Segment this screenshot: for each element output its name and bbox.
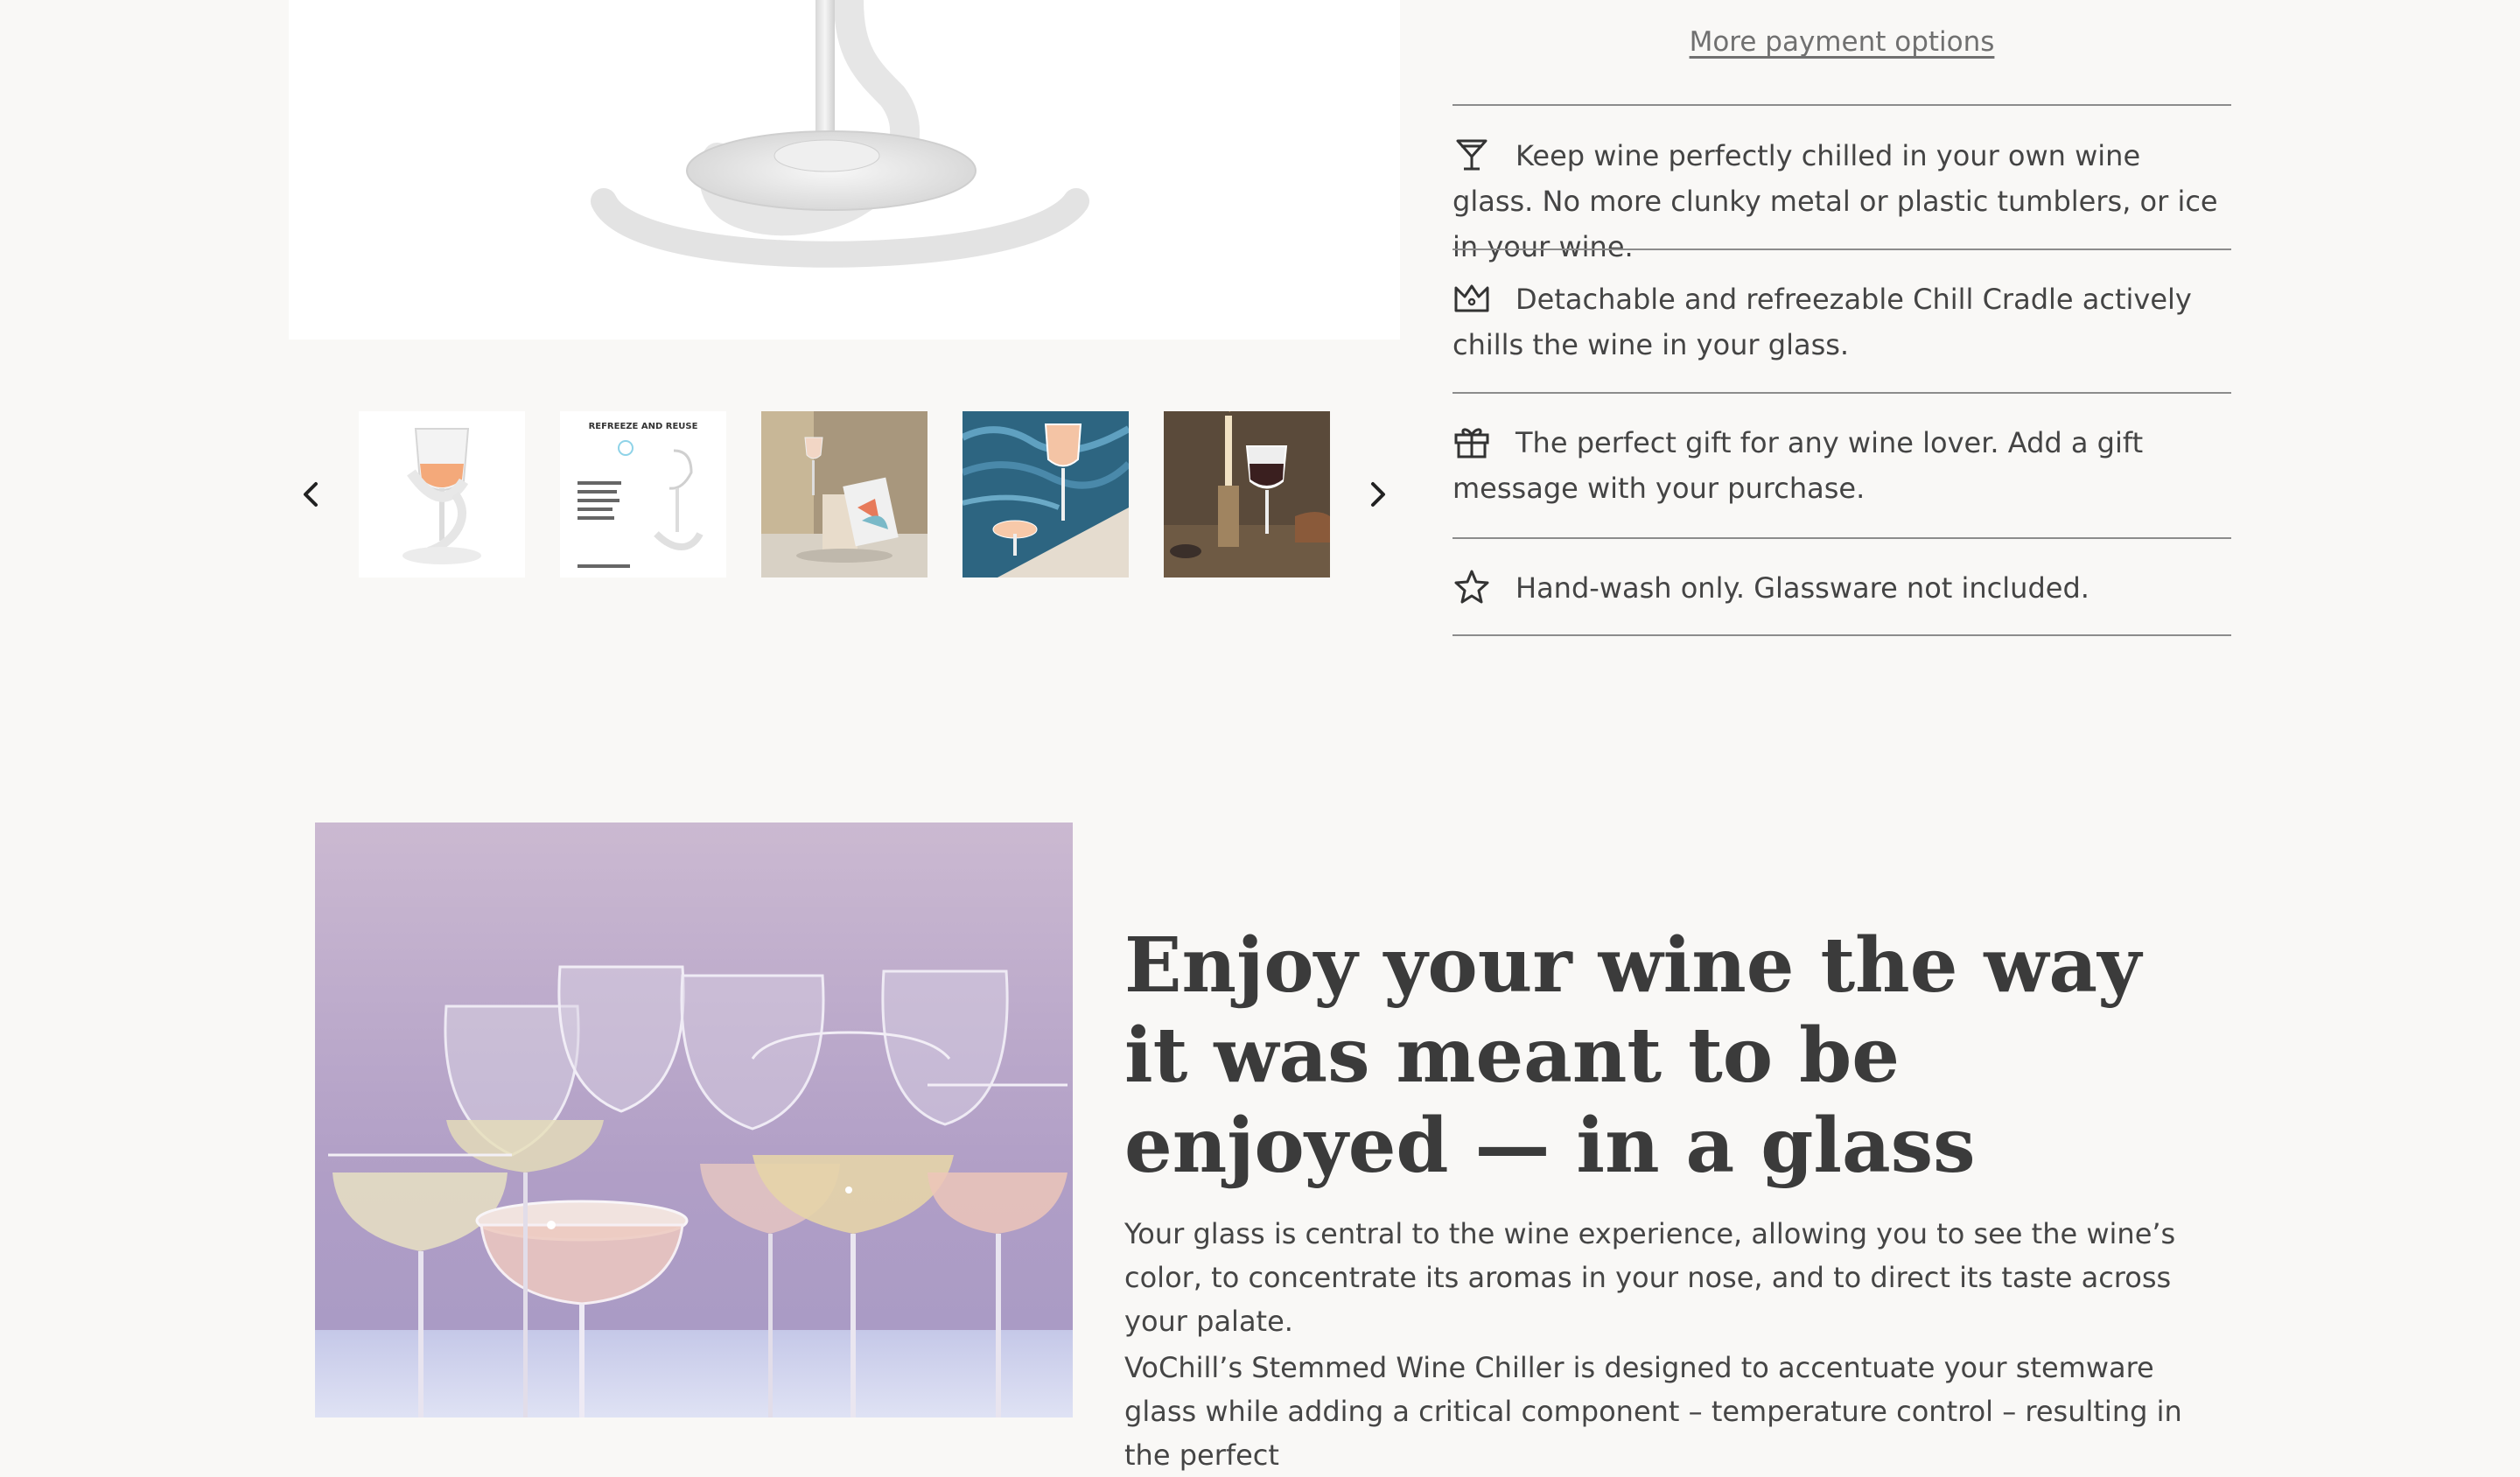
divider [1452, 248, 2231, 250]
chevron-right-icon [1371, 482, 1385, 507]
section-heading: Enjoy your wine the way it was meant to … [1124, 921, 2142, 1190]
gallery-thumbnail-5[interactable] [1164, 411, 1330, 578]
gallery-thumbnail-2[interactable]: REFREEZE AND REUSE [560, 411, 726, 578]
feature-text: Keep wine perfectly chilled in your own … [1452, 139, 2218, 263]
divider [1452, 104, 2231, 106]
thumb-title: REFREEZE AND REUSE [589, 422, 698, 431]
feature-text: Detachable and refreezable Chill Cradle … [1452, 283, 2192, 361]
gift-icon [1454, 428, 1489, 458]
section-paragraph-1: Your glass is central to the wine experi… [1124, 1217, 2176, 1338]
divider [1452, 634, 2231, 636]
wine-glass-icon [1456, 139, 1488, 171]
gallery-next-button[interactable] [1361, 477, 1396, 512]
gallery-thumbnail-4[interactable] [962, 411, 1129, 578]
feature-item-hand-wash: Hand-wash only. Glassware not included. [1452, 565, 2222, 611]
gallery-prev-button[interactable] [293, 477, 328, 512]
wine-glasses-image [315, 822, 1073, 1418]
feature-item-chill-cradle: Detachable and refreezable Chill Cradle … [1452, 276, 2222, 368]
section-paragraph-2: VoChill’s Stemmed Wine Chiller is design… [1124, 1351, 2182, 1472]
gallery-thumbnail-1[interactable] [359, 411, 525, 578]
divider [1452, 537, 2231, 539]
star-icon [1454, 570, 1489, 604]
more-payment-options-link[interactable]: More payment options [1452, 26, 2231, 58]
gallery-thumbnail-3[interactable] [761, 411, 928, 578]
divider [1452, 392, 2231, 394]
feature-text: Hand-wash only. Glassware not included. [1516, 571, 2090, 605]
feature-item-gift: The perfect gift for any wine lover. Add… [1452, 420, 2222, 511]
crown-icon [1454, 284, 1489, 312]
feature-text: The perfect gift for any wine lover. Add… [1452, 426, 2144, 505]
chevron-left-icon [304, 482, 318, 507]
main-product-image[interactable] [289, 0, 1400, 340]
